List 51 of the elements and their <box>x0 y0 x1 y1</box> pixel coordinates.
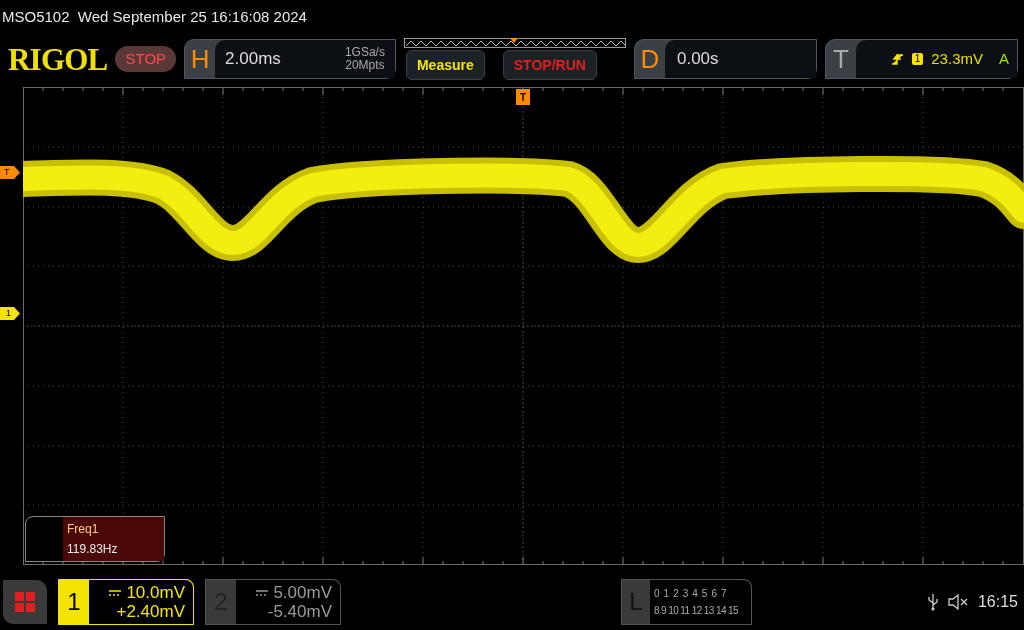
digital-channel-label: 3 <box>682 587 689 601</box>
dc-coupling-icon <box>256 589 269 596</box>
channel-scale: 5.00mV <box>256 583 332 602</box>
channel-scale: 10.0mV <box>109 583 185 602</box>
speaker-muted-icon <box>947 594 968 610</box>
logo: RIGOL <box>8 43 108 75</box>
measurement-name: Freq1 <box>67 521 100 538</box>
digital-channel-label: 0 <box>654 587 660 601</box>
digital-channel-label: 2 <box>673 587 679 601</box>
digital-channel-label: 1 <box>663 587 670 601</box>
delay-label: D <box>639 42 661 76</box>
readout-panel[interactable]: D 0.00s <box>633 39 817 79</box>
trigger-level-marker[interactable]: T <box>0 166 20 179</box>
delay-value: 0.00s <box>676 48 719 71</box>
measure-button[interactable]: Measure <box>405 50 485 80</box>
trigger-source: 1 <box>911 53 924 65</box>
trigger-label: T <box>832 42 850 76</box>
run-state-badge: STOP <box>115 45 177 73</box>
sample-rate: 1GSa/s <box>344 46 385 59</box>
channel-panel[interactable]: 1 10.0mV +2.40mV <box>58 579 194 625</box>
usb-icon <box>927 593 938 611</box>
digital-channel-label: 13 <box>703 604 714 618</box>
digital-channel-label: 7 <box>720 587 727 601</box>
clock-time: 16:15 <box>977 592 1018 612</box>
horizontal-label: H <box>189 42 211 76</box>
channel-offset: -5.40mV <box>267 602 332 621</box>
digital-channel-label: 9 <box>661 604 667 618</box>
digital-channel-label: 14 <box>715 604 726 618</box>
channel-offset-marker[interactable]: 1 <box>0 307 20 320</box>
digital-channel-label: 12 <box>691 604 702 618</box>
navigation-button[interactable] <box>3 580 47 624</box>
digital-channel-label: 8 <box>654 604 660 618</box>
digital-channel-label: 11 <box>680 604 690 618</box>
timebase-value: 2.00ms <box>225 48 281 71</box>
channel-number: 1 <box>66 587 82 617</box>
trigger-level: 23.3mV <box>931 48 983 69</box>
title-text: MSO5102 Wed September 25 16:16:08 2024 <box>1 6 308 27</box>
digital-channel-label: 4 <box>692 587 698 601</box>
trigger-position-marker[interactable]: T <box>516 89 530 105</box>
trigger-mode: A <box>999 48 1009 69</box>
grid-icon <box>15 592 35 612</box>
digital-channel-label: 5 <box>701 587 708 601</box>
readout-panel[interactable]: H 2.00ms 1GSa/s 20Mpts <box>184 39 396 79</box>
measurement-value: 119.83Hz <box>67 541 119 558</box>
dc-coupling-icon <box>109 589 122 596</box>
readout-panel[interactable]: T 1 23.3mV A <box>825 39 1018 79</box>
digital-channel-label: 10 <box>668 604 679 618</box>
digital-channel-label: 15 <box>728 604 739 618</box>
channel-offset: +2.40mV <box>116 602 185 621</box>
digital-channel-label: 6 <box>711 587 717 601</box>
memory-depth: 20Mpts <box>345 59 385 72</box>
